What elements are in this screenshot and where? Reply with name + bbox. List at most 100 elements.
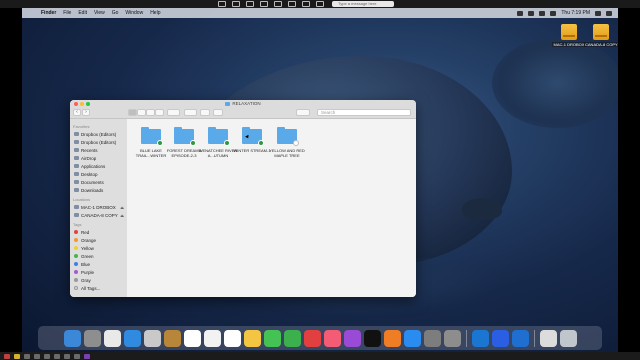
finder-title-bar[interactable]: RELAXATION [70,100,416,107]
start-icon[interactable] [4,353,10,359]
podcasts-icon[interactable] [343,329,361,347]
group-button[interactable] [167,109,180,116]
safari-icon[interactable] [123,329,141,347]
sidebar-item-label: MAC-1 DROBOX [81,204,116,210]
volume-icon[interactable] [539,10,546,16]
screenshot-icon[interactable] [443,329,461,347]
sidebar-item-downloads[interactable]: Downloads [70,186,127,194]
menu-view[interactable]: View [94,10,105,16]
participants-icon[interactable] [246,1,254,7]
taskbar-app-icon[interactable] [84,353,90,359]
column-view-button[interactable] [146,109,155,116]
eject-icon[interactable]: ⏏ [120,205,124,210]
menu-clock[interactable]: Thu 7:19 PM [561,10,590,16]
pointer-icon[interactable] [218,1,226,7]
meeting-message-input[interactable]: Type a message here [332,1,394,7]
sidebar-tag-green[interactable]: Green [70,252,127,260]
notes-book-icon[interactable] [163,329,181,347]
apple-tv-icon[interactable] [363,329,381,347]
photos-icon[interactable] [243,329,261,347]
sidebar-item-applications[interactable]: Applications [70,162,127,170]
sidebar-tag-yellow[interactable]: Yellow [70,244,127,252]
more-icon[interactable] [316,1,324,7]
back-button[interactable]: ‹ [73,109,81,116]
menu-help[interactable]: Help [150,10,160,16]
icon-view-button[interactable] [128,109,137,116]
calendar-icon[interactable] [183,329,201,347]
dropbox-button[interactable] [296,109,310,116]
list-view-button[interactable] [137,109,146,116]
news-icon[interactable] [303,329,321,347]
taskbar-app-icon[interactable] [64,353,70,359]
share-button[interactable] [200,109,210,116]
action-gear-button[interactable] [184,109,197,116]
edge-icon[interactable] [511,329,529,347]
sidebar-tag-gray[interactable]: Gray [70,276,127,284]
minimize-window-button[interactable] [80,102,84,106]
share-icon[interactable] [260,1,268,7]
textedit-icon[interactable] [203,329,221,347]
chrome-icon[interactable] [103,329,121,347]
sidebar-item-desktop[interactable]: Desktop [70,170,127,178]
launchpad-icon[interactable] [83,329,101,347]
meeting-controls [218,1,324,7]
sidebar-tag-blue[interactable]: Blue [70,260,127,268]
wifi-icon[interactable] [528,10,535,16]
chat-icon[interactable] [232,1,240,7]
taskbar-app-icon[interactable] [14,353,20,359]
sidebar-item-dropbox-editors[interactable]: Dropbox (Editors) [70,130,127,138]
sidebar-tag-orange[interactable]: Orange [70,236,127,244]
spotlight-icon[interactable] [595,10,601,16]
sidebar-item-airdrop[interactable]: AirDrop [70,154,127,162]
search-field[interactable]: Search [317,109,411,116]
menu-edit[interactable]: Edit [78,10,87,16]
menu-go[interactable]: Go [112,10,119,16]
forward-button[interactable]: › [82,109,90,116]
gallery-view-button[interactable] [155,109,164,116]
sidebar-tag-red[interactable]: Red [70,228,127,236]
sidebar-tag-all[interactable]: All Tags... [70,284,127,292]
zoom-window-button[interactable] [86,102,90,106]
folder-item[interactable]: YELLOW AND RED MAPLE TREE [267,127,307,158]
folder-item[interactable]: WINTER STREAM-1 [232,127,272,153]
sidebar-item-mac1-drobox[interactable]: MAC-1 DROBOX ⏏ [70,203,127,211]
tags-button[interactable] [213,109,223,116]
sidebar-item-dropbox-editors-2[interactable]: Dropbox (Editors) [70,138,127,146]
sidebar-item-recents[interactable]: Recents [70,146,127,154]
preview-icon[interactable] [143,329,161,347]
trash-icon[interactable] [559,329,577,347]
sidebar-item-canada8-copy[interactable]: CANADA-8 COPY ⏏ [70,211,127,219]
record-icon[interactable] [274,1,282,7]
documents-icon[interactable] [539,329,557,347]
options-icon[interactable] [288,1,296,7]
teamviewer-icon[interactable] [471,329,489,347]
menu-app-name[interactable]: Finder [41,10,56,16]
system-preferences-icon[interactable] [423,329,441,347]
messages-icon[interactable] [263,329,281,347]
books-icon[interactable] [383,329,401,347]
battery-icon[interactable] [550,10,557,16]
close-window-button[interactable] [74,102,78,106]
menu-file[interactable]: File [63,10,71,16]
taskbar-app-icon[interactable] [44,353,50,359]
reminders-icon[interactable] [223,329,241,347]
fullscreen-icon[interactable] [302,1,310,7]
taskbar-app-icon[interactable] [74,353,80,359]
taskbar-app-icon[interactable] [24,353,30,359]
eject-icon[interactable]: ⏏ [120,213,124,218]
music-icon[interactable] [323,329,341,347]
menu-window[interactable]: Window [125,10,143,16]
sidebar-tag-purple[interactable]: Purple [70,268,127,276]
sidebar-item-documents[interactable]: Documents [70,178,127,186]
finder-icon[interactable] [63,329,81,347]
dropbox-status-icon[interactable] [517,10,524,16]
dropbox-icon[interactable] [491,329,509,347]
taskbar-app-icon[interactable] [54,353,60,359]
facetime-icon[interactable] [283,329,301,347]
desktop-drive-mac1[interactable]: MAC-1 DROBOX [552,24,586,47]
app-store-icon[interactable] [403,329,421,347]
control-center-icon[interactable] [606,10,612,16]
desktop-drive-canada8[interactable]: CANADA-8 COPY [584,24,618,47]
dock [38,326,602,350]
taskbar-app-icon[interactable] [34,353,40,359]
